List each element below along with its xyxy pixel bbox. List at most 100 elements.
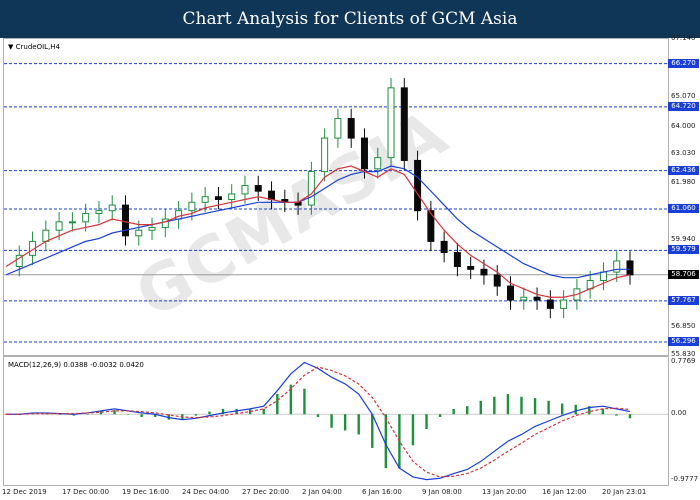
candle-body [95,210,103,214]
candle-body [161,218,169,228]
candle-body [108,204,116,212]
candle-body [626,260,634,276]
candle-body [201,196,209,203]
time-tick-label: 13 Jan 20:00 [482,488,527,496]
macd-histogram-bar [59,414,62,415]
macd-histogram-bar [303,388,306,415]
candle-body [241,185,249,195]
candle-body [268,190,276,201]
candle-body [55,221,63,231]
macd-histogram-bar [194,414,198,416]
candle-body [148,226,156,231]
candle-body [613,260,621,273]
candle-body [42,229,50,242]
time-axis: 12 Dec 2019 17 Dec 00:00 19 Dec 16:00 24 De… [0,486,670,500]
candle-body [533,296,541,301]
macd-histogram-bar [601,408,605,415]
price-tick-label: 61.980 [671,178,696,187]
candle-body [400,87,408,161]
macd-histogram-bar [276,394,279,415]
time-tick-label: 9 Jan 08:00 [422,488,462,496]
time-tick-label: 16 Jan 12:00 [542,488,587,496]
symbol-label: ▼ CrudeOIL,H4 [8,43,60,51]
macd-histogram-bar [208,411,211,415]
macd-histogram-bar [126,414,130,415]
level-price-tag: 61.060 [668,204,699,213]
candle-body [546,299,554,309]
macd-histogram-bar [615,414,618,416]
macd-histogram-bar [452,408,455,415]
time-tick-label: 17 Dec 00:00 [62,488,110,496]
macd-histogram-bar [384,414,388,469]
candle-body [254,185,262,192]
time-tick-label: 12 Dec 2019 [2,488,47,496]
candle-body [493,274,501,287]
macd-histogram-bar [560,403,564,415]
candle-body [599,271,607,281]
candle-body [68,221,76,224]
price-tick-label: 64.000 [671,121,696,130]
time-tick-label: 20 Jan 23:01 [602,488,647,496]
price-tick-label: 59.940 [671,235,696,244]
macd-histogram-bar [533,398,537,415]
macd-chart-svg [4,361,668,481]
candle-body [214,196,222,201]
macd-histogram-bar [316,414,320,417]
candle-body [387,87,395,159]
macd-histogram-bar [86,414,89,415]
time-tick-label: 24 Dec 04:00 [182,488,230,496]
candle-body [334,118,342,139]
candle-body [135,229,143,237]
macd-histogram-bar [466,406,469,415]
macd-tick-label: 0.7769 [671,356,696,365]
macd-histogram-bar [262,408,265,415]
level-price-tag: 56.296 [668,336,699,346]
candle-body [321,137,329,173]
candle-body [307,171,315,206]
macd-tick-label: 0.00 [671,409,687,418]
macd-pane[interactable]: MACD(12,26,9) 0.0388 -0.0032 0.0420 [3,356,669,486]
macd-line [6,361,631,481]
candle-body [360,137,368,170]
macd-histogram-bar [371,414,374,448]
macd-histogram-bar [628,414,632,419]
candle-body [175,210,183,220]
level-price-tag: 59.579 [668,245,699,255]
macd-label: MACD(12,26,9) 0.0388 -0.0032 0.0420 [8,361,144,369]
macd-histogram-bar [479,400,482,415]
level-price-tag: 57.767 [668,295,699,305]
price-tick-label: 67.140 [671,34,696,43]
price-chart-pane[interactable]: ▼ CrudeOIL,H4 GCMASIA [3,38,669,356]
macd-histogram-bar [411,414,415,446]
dropdown-triangle-icon[interactable]: ▼ [8,43,13,51]
price-axis: 67.140 66.270 65.070 64.720 64.000 63.030 62.4… [668,34,700,358]
candle-body [453,252,461,268]
price-chart-svg [4,63,668,343]
price-tick-label: 63.030 [671,149,696,157]
macd-tick-label: -0.9777 [671,475,699,484]
red-moving-average-line [5,165,631,298]
macd-histogram-bar [438,414,442,417]
banner-title: Chart Analysis for Clients of GCM Asia [182,9,518,29]
candle-body [347,118,355,139]
time-tick-label: 27 Dec 20:00 [242,488,290,496]
macd-histogram-bar [425,414,428,430]
level-price-tag: 62.436 [668,165,699,175]
candle-body [560,299,568,309]
macd-histogram-bar [506,394,510,415]
macd-histogram-bar [520,396,523,415]
macd-histogram-bar [330,414,333,428]
macd-axis: 0.7769 0.00 -0.9777 [668,356,700,486]
macd-histogram-bar [140,414,143,417]
candle-body [520,296,528,301]
signal-line [6,366,631,478]
level-price-tag: 66.270 [668,58,699,68]
macd-histogram-bar [493,396,496,415]
candle-body [414,159,422,212]
blue-moving-average-line [5,165,630,279]
current-price-tag: 58.706 [668,269,699,279]
macd-histogram-bar [343,414,347,431]
candle-body [188,201,196,212]
price-tick-label: 65.070 [671,92,696,101]
level-price-tag: 64.720 [668,101,699,111]
